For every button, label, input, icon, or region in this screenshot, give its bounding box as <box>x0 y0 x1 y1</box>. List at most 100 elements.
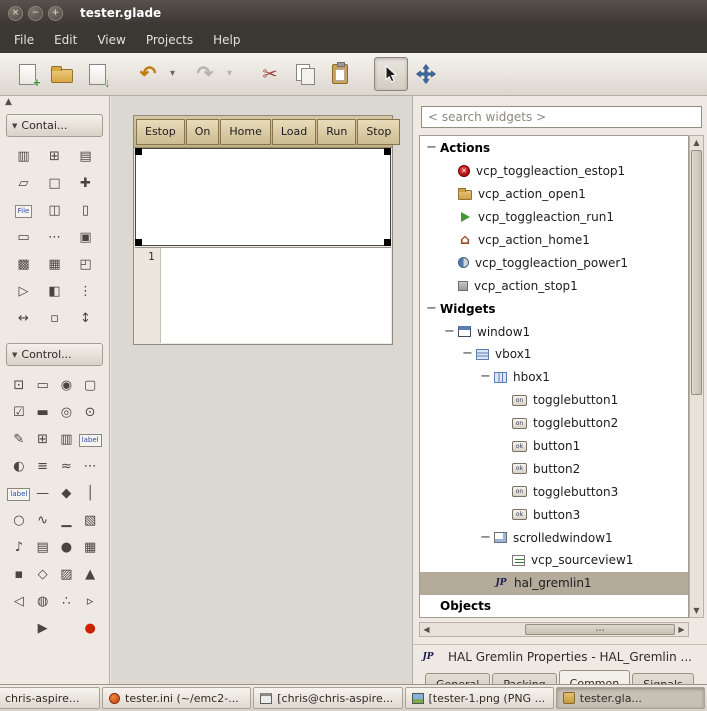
palette-widget-icon[interactable]: ▨ <box>60 567 72 583</box>
design-button-load[interactable]: Load <box>272 119 316 145</box>
tree-row-actions[interactable]: −Actions <box>420 137 688 160</box>
selection-handle[interactable] <box>135 239 142 246</box>
redo-dropdown-button[interactable]: ▾ <box>223 57 236 91</box>
titlebar[interactable]: × − + tester.glade <box>0 0 707 26</box>
selection-handle[interactable] <box>384 148 391 155</box>
palette-widget-icon[interactable]: ✚ <box>80 176 91 192</box>
palette-section-header-containers[interactable]: ▼Contai... <box>6 114 103 137</box>
palette-widget-icon[interactable]: □ <box>48 176 60 192</box>
palette-widget-icon[interactable]: ◧ <box>48 284 60 300</box>
palette-widget-icon[interactable]: ▦ <box>84 540 96 556</box>
tree-row-vbox1[interactable]: −vbox1 <box>420 343 688 366</box>
taskbar-item[interactable]: [tester-1.png (PNG ... <box>405 687 554 709</box>
palette-widget-icon[interactable]: ● <box>84 621 95 637</box>
palette-widget-icon[interactable]: ≡ <box>37 459 48 475</box>
palette-widget-icon[interactable]: ▪ <box>14 567 23 583</box>
palette-widget-icon[interactable]: ▹ <box>87 594 94 610</box>
tab-packing[interactable]: Packing <box>492 673 556 684</box>
tree-row-vcp_toggleaction_estop1[interactable]: −vcp_toggleaction_estop1 <box>420 160 688 183</box>
palette-widget-icon[interactable]: ⋮ <box>79 284 92 300</box>
palette-widget-icon[interactable]: ▲ <box>85 567 95 583</box>
new-project-button[interactable]: + <box>10 57 44 91</box>
palette-widget-icon[interactable]: ▦ <box>48 257 60 273</box>
design-button-stop[interactable]: Stop <box>357 119 400 145</box>
taskbar-item[interactable]: chris-aspire... <box>0 687 100 709</box>
tree-row-hal_gremlin1[interactable]: −JPhal_gremlin1 <box>420 572 688 595</box>
tree-row-widgets[interactable]: −Widgets <box>420 297 688 320</box>
expander-icon[interactable]: − <box>480 533 494 543</box>
palette-section-header-controls[interactable]: ▼Control... <box>6 343 103 366</box>
palette-widget-icon[interactable]: ▧ <box>84 513 96 529</box>
palette-widget-icon[interactable]: ▩ <box>17 257 29 273</box>
palette-widget-icon[interactable] <box>16 621 22 637</box>
scroll-down-icon[interactable]: ▼ <box>690 604 703 617</box>
tree-row-togglebutton1[interactable]: −ontogglebutton1 <box>420 389 688 412</box>
menu-projects[interactable]: Projects <box>136 28 203 52</box>
tree-vertical-scrollbar[interactable]: ▲ ▼ <box>689 135 704 618</box>
palette-widget-icon[interactable]: ⊙ <box>85 405 96 421</box>
palette-widget-icon[interactable]: ↕ <box>80 311 91 327</box>
palette-widget-icon[interactable]: ⋯ <box>84 459 97 475</box>
menu-edit[interactable]: Edit <box>44 28 87 52</box>
palette-widget-icon[interactable]: ♪ <box>15 540 23 556</box>
palette-widget-icon[interactable]: ▤ <box>36 540 48 556</box>
palette-widget-icon[interactable]: ◍ <box>37 594 48 610</box>
palette-widget-icon[interactable]: ▤ <box>79 149 91 165</box>
menu-help[interactable]: Help <box>203 28 250 52</box>
taskbar-item[interactable]: tester.gla... <box>556 687 705 709</box>
palette-widget-icon[interactable]: ∿ <box>37 513 48 529</box>
paste-button[interactable] <box>323 57 357 91</box>
open-project-button[interactable] <box>45 57 79 91</box>
palette-widget-icon[interactable]: ▣ <box>79 230 91 246</box>
tree-horizontal-scrollbar[interactable]: ◀ ▶ <box>419 622 689 637</box>
tree-row-vcp_action_stop1[interactable]: −vcp_action_stop1 <box>420 274 688 297</box>
tree-row-hbox1[interactable]: −hbox1 <box>420 366 688 389</box>
expander-icon[interactable]: − <box>480 372 494 382</box>
tree-row-vcp_action_home1[interactable]: −vcp_action_home1 <box>420 229 688 252</box>
palette-widget-icon[interactable]: ↔ <box>18 311 29 327</box>
palette-widget-icon[interactable]: ▫ <box>50 311 59 327</box>
cut-button[interactable]: ✂ <box>253 57 287 91</box>
palette-widget-icon[interactable]: ☑ <box>13 405 25 421</box>
palette-widget-icon[interactable]: ▱ <box>19 176 29 192</box>
palette-widget-icon[interactable]: ◁ <box>14 594 24 610</box>
palette-widget-icon[interactable]: ◰ <box>79 257 91 273</box>
tree-row-vcp_sourceview1[interactable]: −vcp_sourceview1 <box>420 549 688 572</box>
palette-widget-icon[interactable]: ▷ <box>19 284 29 300</box>
tree-row-togglebutton2[interactable]: −ontogglebutton2 <box>420 412 688 435</box>
scroll-left-icon[interactable]: ◀ <box>420 623 433 636</box>
palette-widget-icon[interactable]: ◆ <box>61 486 71 502</box>
design-window[interactable]: EstopOnHomeLoadRunStop 1 <box>133 115 393 345</box>
palette-widget-icon[interactable]: ∴ <box>62 594 70 610</box>
expander-icon[interactable]: − <box>426 143 440 153</box>
palette-widget-icon[interactable]: label <box>7 488 30 501</box>
palette-widget-icon[interactable]: ▁ <box>61 513 71 529</box>
widget-search-input[interactable] <box>421 106 702 128</box>
tab-signals[interactable]: Signals <box>632 673 694 684</box>
palette-widget-icon[interactable]: ◉ <box>61 378 72 394</box>
design-button-estop[interactable]: Estop <box>136 119 185 145</box>
selection-handle[interactable] <box>135 148 142 155</box>
palette-widget-icon[interactable]: ◎ <box>61 405 72 421</box>
palette-widget-icon[interactable]: ▭ <box>17 230 29 246</box>
palette-widget-icon[interactable]: label <box>79 434 102 447</box>
palette-widget-icon[interactable]: ✎ <box>13 432 24 448</box>
drag-resize-tool-button[interactable] <box>409 57 443 91</box>
tab-general[interactable]: General <box>425 673 490 684</box>
expander-icon[interactable]: − <box>462 349 476 359</box>
expander-icon[interactable]: − <box>444 327 458 337</box>
palette-widget-icon[interactable]: ⊞ <box>49 149 60 165</box>
design-button-on[interactable]: On <box>186 119 220 145</box>
hal-gremlin-widget[interactable] <box>135 148 391 246</box>
taskbar-item[interactable]: tester.ini (~/emc2-... <box>102 687 251 709</box>
tab-common[interactable]: Common <box>559 670 631 684</box>
palette-widget-icon[interactable]: ◐ <box>13 459 24 475</box>
palette-widget-icon[interactable]: ▭ <box>36 378 48 394</box>
sourceview-widget[interactable]: 1 <box>135 247 391 343</box>
undo-button[interactable]: ↶ <box>131 57 165 91</box>
palette-widget-icon[interactable]: ⊡ <box>13 378 24 394</box>
expander-icon[interactable]: − <box>426 304 440 314</box>
palette-widget-icon[interactable]: File <box>15 205 33 218</box>
design-button-run[interactable]: Run <box>317 119 356 145</box>
redo-button[interactable]: ↷ <box>188 57 222 91</box>
